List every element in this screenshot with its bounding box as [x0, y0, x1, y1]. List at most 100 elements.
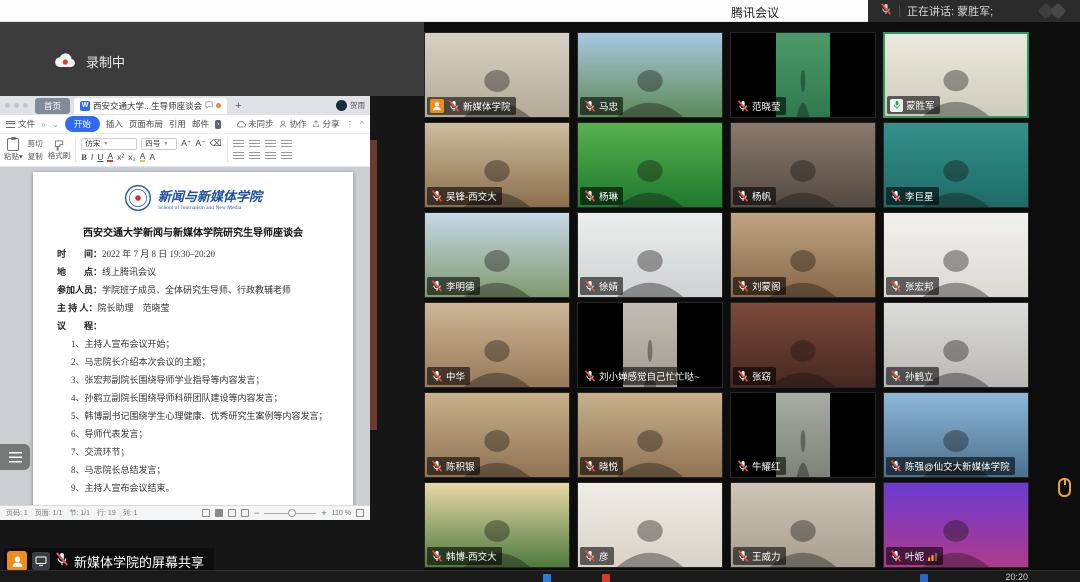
participant-tile[interactable]: 中华 [424, 302, 570, 388]
participant-tile[interactable]: 张宏邦 [883, 212, 1029, 298]
meeting-window: 腾讯会议 正在讲话: 蒙胜军; 录制中 首页 W 西安交通大学...生导师座谈会 [0, 0, 1080, 582]
participant-tile[interactable]: 李巨星 [883, 122, 1029, 208]
participant-tile[interactable]: 刘小婵感觉自己忙忙哒~ [577, 302, 723, 388]
participant-tile[interactable]: 杨帆 [730, 122, 876, 208]
participant-tile[interactable]: 韩博-西交大 [424, 482, 570, 568]
window-control-dots[interactable] [5, 103, 28, 108]
participant-tile[interactable]: 刘蒙阁 [730, 212, 876, 298]
mic-muted-icon [889, 550, 902, 563]
zoom-out-button[interactable]: − [254, 509, 259, 518]
view-fullscreen-icon[interactable] [202, 509, 210, 517]
field-value: 2022 年 7 月 8 日 19:30–20:20 [102, 249, 215, 259]
participant-tile[interactable]: 孙鹤立 [883, 302, 1029, 388]
highlight-button[interactable]: A [140, 152, 146, 163]
participant-tile[interactable]: 牛耀红 [730, 392, 876, 478]
participant-tile[interactable]: 蒙胜军 [883, 32, 1029, 118]
grow-font-button[interactable]: A⁺ [181, 138, 191, 149]
line-spacing-icon[interactable] [281, 152, 292, 161]
participant-tile[interactable]: 范晓莹 [730, 32, 876, 118]
mic-muted-icon [889, 190, 902, 203]
participant-tile[interactable]: 陈积银 [424, 392, 570, 478]
zoom-in-button[interactable]: + [321, 509, 326, 518]
participant-tile[interactable]: 晓悦 [577, 392, 723, 478]
participant-tile[interactable]: 陈强@仙交大新媒体学院 [883, 392, 1029, 478]
menu-insert[interactable]: 插入 [106, 118, 123, 130]
tab-home[interactable]: 首页 [35, 98, 70, 114]
participant-name: 李明德 [446, 279, 475, 293]
view-print-layout-icon[interactable] [215, 509, 223, 517]
mic-muted-icon [430, 550, 443, 563]
superscript-button[interactable]: x² [117, 152, 124, 162]
new-tab-button[interactable]: + [231, 100, 245, 112]
menu-home[interactable]: 开始 [65, 116, 100, 132]
indent-decrease-icon[interactable] [265, 140, 276, 149]
align-center-icon[interactable] [249, 152, 260, 161]
share-button[interactable]: 分享 [312, 118, 339, 130]
indent-increase-icon[interactable] [281, 140, 292, 149]
number-list-icon[interactable] [249, 140, 260, 149]
paste-button[interactable]: 粘贴▾ [4, 136, 23, 164]
kebab-menu-icon[interactable]: ⋮ [346, 119, 355, 130]
align-left-icon[interactable] [233, 152, 244, 161]
view-web-icon[interactable] [241, 509, 249, 517]
participant-tile[interactable]: 叶妮 [883, 482, 1029, 568]
taskbar-app-icon[interactable] [920, 574, 928, 582]
font-color-button[interactable]: A [107, 152, 113, 163]
participant-tile[interactable]: 李明德 [424, 212, 570, 298]
sync-status[interactable]: 未同步 [236, 118, 274, 130]
font-name-select[interactable]: 仿宋▾ [81, 138, 137, 150]
caret-icon[interactable]: ⌄ [52, 119, 59, 130]
taskbar-app-icon[interactable] [543, 574, 551, 582]
view-outline-icon[interactable] [228, 509, 236, 517]
zoom-slider-knob[interactable] [288, 509, 296, 517]
account-avatar[interactable] [336, 100, 347, 111]
underline-button[interactable]: U [97, 152, 103, 162]
copy-button[interactable]: 复制 [28, 151, 43, 162]
menu-file[interactable]: 文件 [6, 118, 35, 130]
zoom-slider[interactable] [264, 513, 316, 514]
bullet-list-icon[interactable] [233, 140, 244, 149]
more-tabs-badge[interactable]: › [215, 120, 221, 129]
participant-tile[interactable]: 王威力 [730, 482, 876, 568]
align-right-icon[interactable] [265, 152, 276, 161]
participant-tile[interactable]: 彦 [577, 482, 723, 568]
tab-document[interactable]: W 西安交通大学...生导师座谈会 [74, 98, 227, 114]
nameplate: 蒙胜军 [887, 96, 940, 114]
subscript-button[interactable]: x₂ [128, 152, 136, 162]
wps-menubar: 文件 » ⌄ 开始 插入 页面布局 引用 邮件 › 未同步 协作 [0, 115, 370, 134]
mic-muted-icon [736, 100, 749, 113]
hamburger-icon [6, 121, 15, 128]
participant-tile[interactable]: 吴锋-西交大 [424, 122, 570, 208]
participant-tile[interactable]: 张窈 [730, 302, 876, 388]
menu-references[interactable]: 引用 [169, 118, 186, 130]
participant-name: 韩博-西交大 [446, 549, 497, 563]
cut-button[interactable]: 剪切 [28, 138, 43, 149]
collapse-ribbon-icon[interactable]: ^ [360, 119, 364, 129]
collaborate-button[interactable]: 协作 [279, 118, 306, 130]
clear-format-icon[interactable]: ⌫ [210, 138, 222, 149]
format-painter-button[interactable]: 格式刷 [48, 136, 71, 164]
fit-page-icon[interactable] [356, 509, 364, 517]
participant-tile[interactable]: 马忠 [577, 32, 723, 118]
italic-button[interactable]: I [91, 152, 93, 162]
participant-name: 牛耀红 [752, 459, 781, 473]
taskbar-app-icon[interactable] [602, 574, 610, 582]
participant-tile[interactable]: 徐婧 [577, 212, 723, 298]
shading-button[interactable]: A [149, 152, 155, 162]
outline-panel-toggle[interactable] [0, 444, 30, 470]
nameplate: 范晓莹 [733, 97, 786, 115]
speaking-status: 正在讲话: 蒙胜军; [907, 3, 993, 19]
chevrons-icon[interactable]: » [41, 119, 46, 129]
participant-name: 李巨星 [905, 189, 934, 203]
bold-button[interactable]: B [81, 152, 87, 162]
font-size-select[interactable]: 四号▾ [141, 138, 177, 150]
participant-name: 陈积银 [446, 459, 475, 473]
participant-tile[interactable]: 杨琳 [577, 122, 723, 208]
menu-page-layout[interactable]: 页面布局 [129, 118, 163, 130]
shrink-font-button[interactable]: A⁻ [195, 138, 205, 149]
participant-tile[interactable]: 新媒体学院 [424, 32, 570, 118]
sharer-mic-muted-icon [55, 552, 69, 571]
menu-mailings[interactable]: 邮件 [192, 118, 209, 130]
zoom-level[interactable]: 110 % [332, 510, 351, 517]
document-canvas[interactable]: 新闻与新媒体学院 School of Journalism and New Me… [0, 167, 370, 505]
